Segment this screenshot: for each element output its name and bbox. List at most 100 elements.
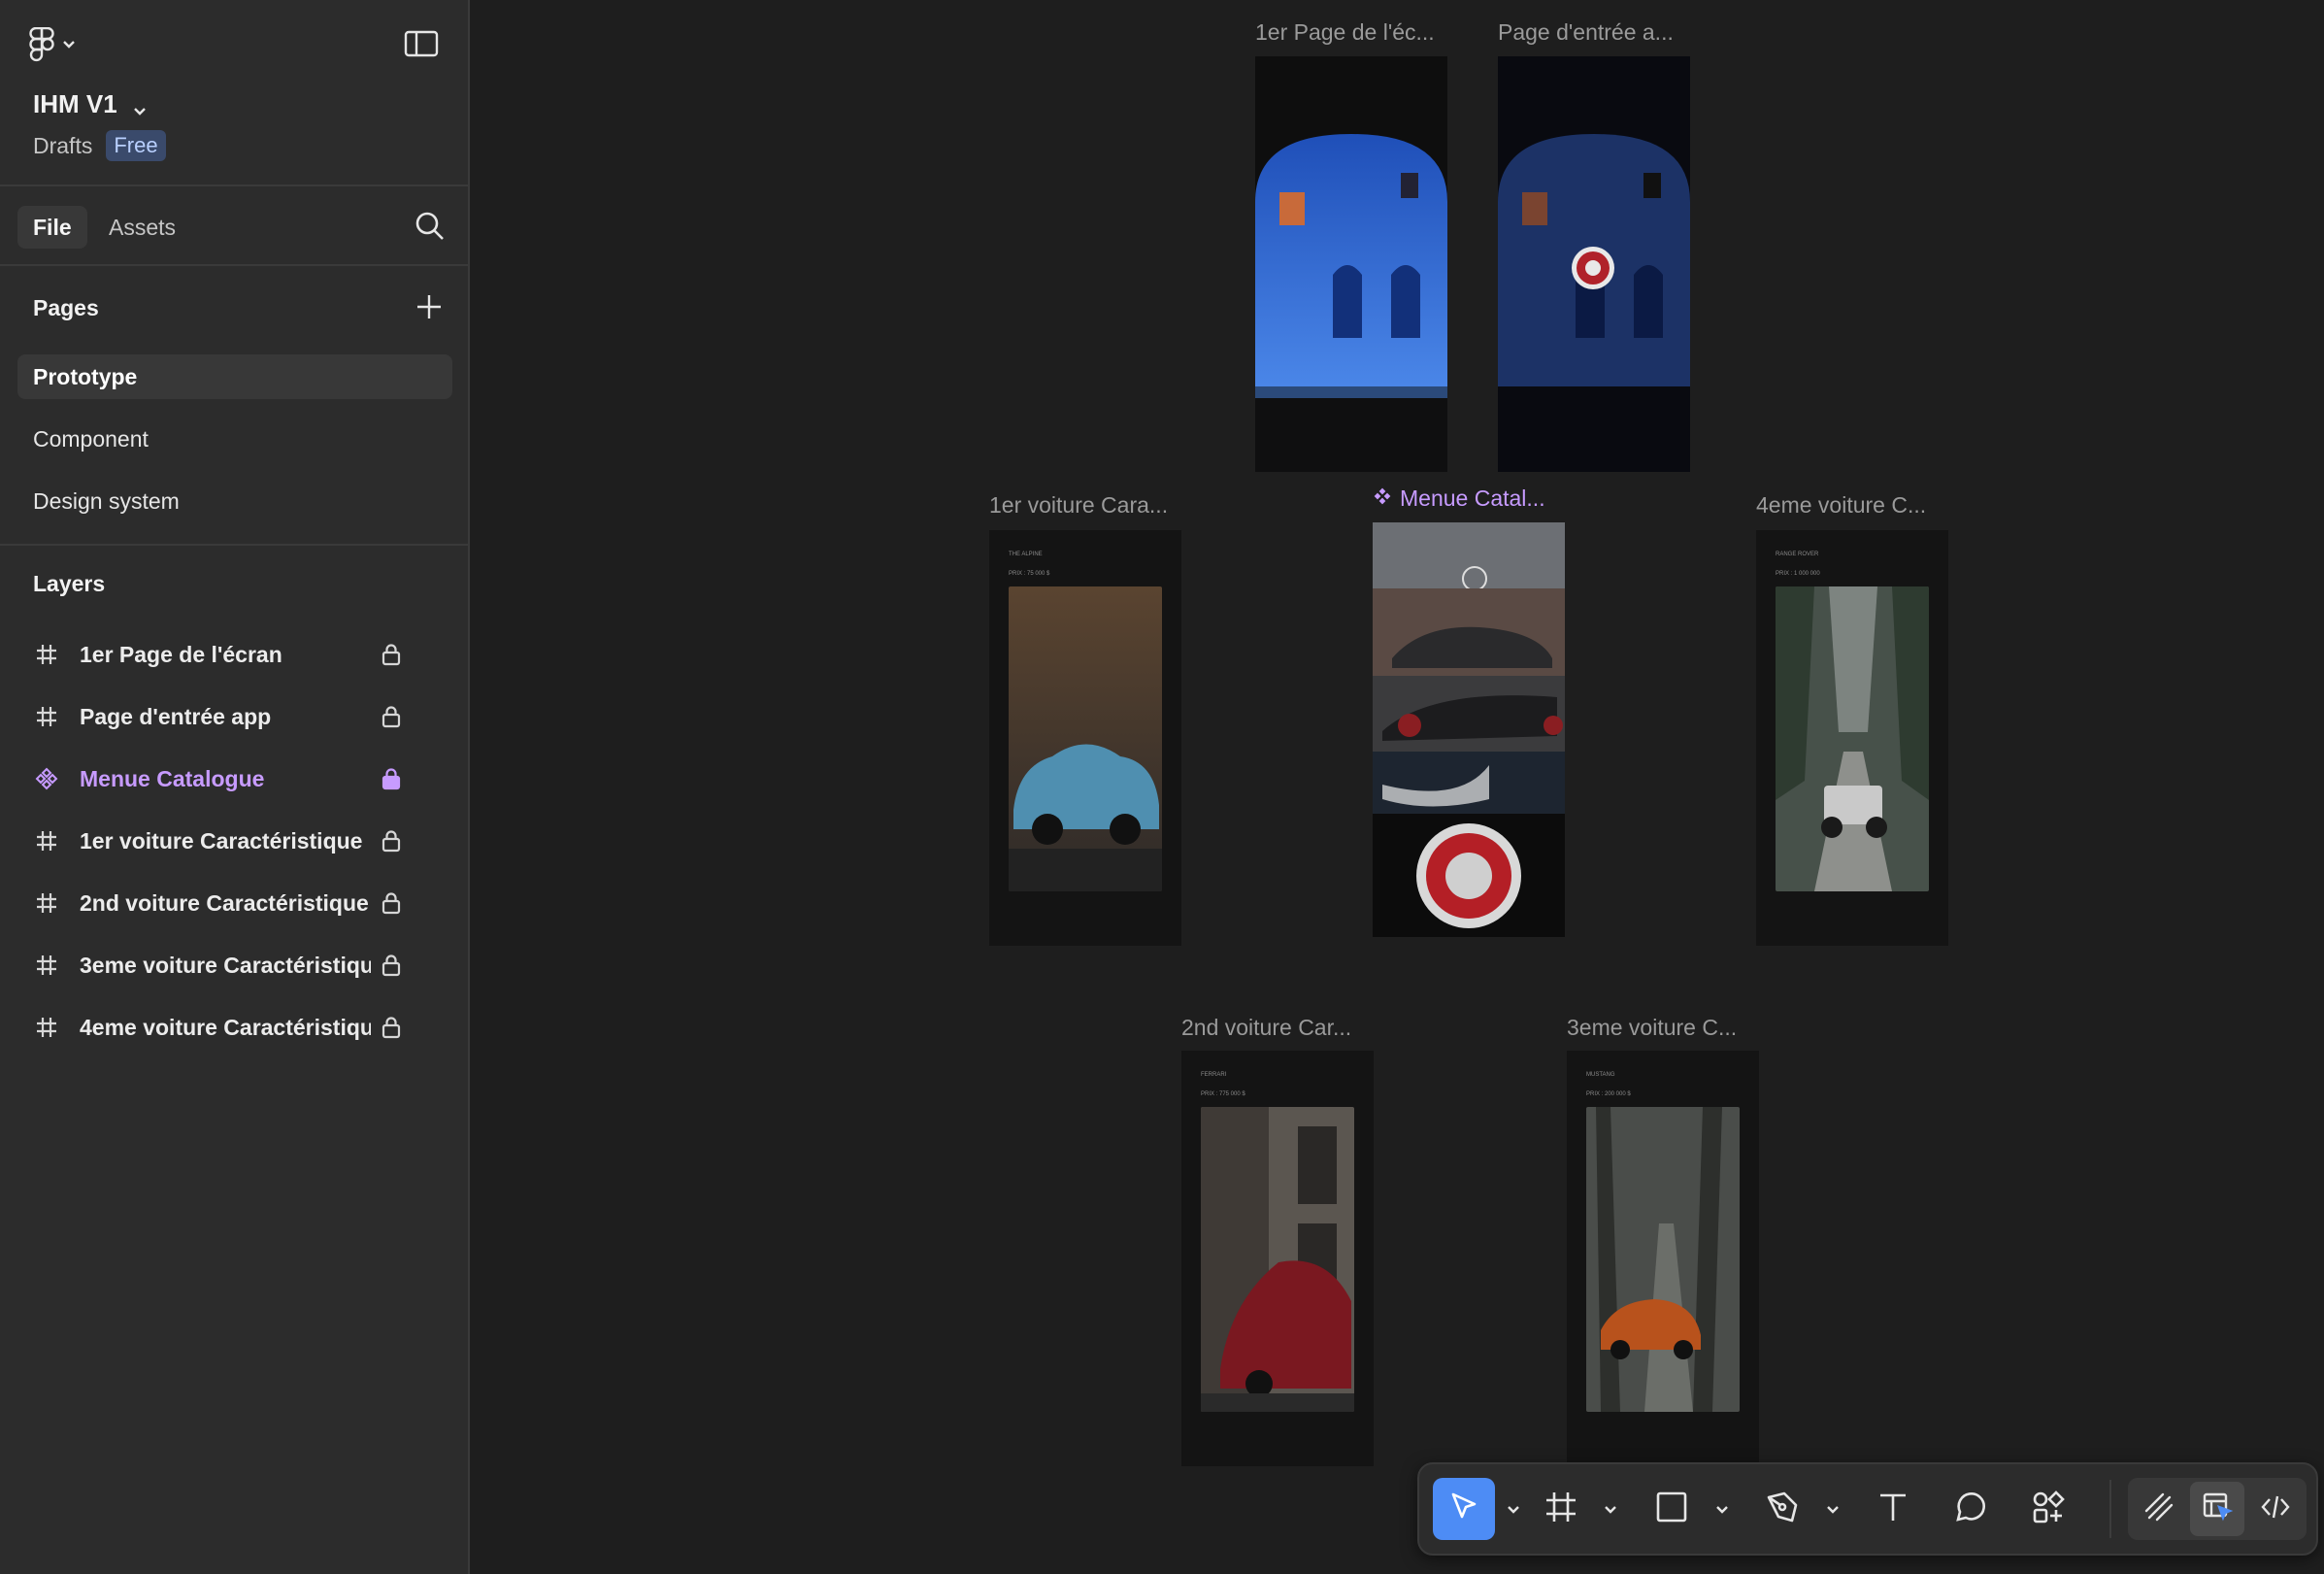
cursor-arrow-icon <box>1447 1490 1480 1528</box>
frame-label-voiture2[interactable]: 2nd voiture Car... <box>1181 1015 1351 1041</box>
page-item-design-system[interactable]: Design system <box>17 479 452 523</box>
layer-label: 3eme voiture Caractéristique <box>80 952 371 978</box>
chevron-down-icon <box>131 96 149 116</box>
comment-bubble-icon <box>1954 1490 1987 1528</box>
plan-badge: Free <box>106 130 166 161</box>
pen-icon <box>1765 1490 1800 1529</box>
rectangle-tool-button[interactable] <box>1641 1478 1703 1540</box>
chevron-down-icon[interactable] <box>1504 1499 1523 1519</box>
lock-icon[interactable] <box>381 643 402 666</box>
frame-voiture4[interactable]: RANGE ROVER PRIX : 1 000 000 <box>1756 530 1948 946</box>
lock-icon[interactable] <box>381 1016 402 1039</box>
page-item-prototype[interactable]: Prototype <box>17 354 452 399</box>
alpine-car-photo-image <box>1009 586 1162 891</box>
comment-tool-button[interactable] <box>1940 1478 2002 1540</box>
text-t-icon <box>1876 1490 1909 1528</box>
sidebar-toggle-icon[interactable] <box>404 29 439 58</box>
frame-label-voiture4[interactable]: 4eme voiture C... <box>1756 492 1926 519</box>
rectangle-icon <box>1655 1490 1688 1528</box>
menu-catalogue-label: Menue Catal... <box>1400 486 1545 511</box>
move-tool-button[interactable] <box>1433 1478 1495 1540</box>
left-sidebar: IHM V1 Drafts Free File Assets Pages Pro… <box>0 0 470 1574</box>
tab-file[interactable]: File <box>17 206 87 249</box>
frame-hash-icon <box>33 641 60 668</box>
arch-photo-dark-image <box>1498 134 1690 472</box>
draw-scribble-icon <box>2143 1491 2175 1527</box>
dev-mode-button[interactable] <box>2248 1482 2303 1536</box>
lock-icon[interactable] <box>381 829 402 853</box>
jeep-photo-image <box>1776 586 1929 891</box>
frame-label-voiture3[interactable]: 3eme voiture C... <box>1567 1015 1737 1041</box>
search-icon[interactable] <box>414 210 447 243</box>
layer-label: 2nd voiture Caractéristique <box>80 889 369 916</box>
frame-label-page-ecran[interactable]: 1er Page de l'éc... <box>1255 19 1435 46</box>
chevron-down-icon[interactable] <box>1712 1499 1732 1519</box>
pen-tool-button[interactable] <box>1751 1478 1813 1540</box>
file-name-button[interactable]: IHM V1 <box>33 89 149 119</box>
frame-page-ecran[interactable] <box>1255 56 1447 472</box>
ferrari-photo-image <box>1201 1107 1354 1412</box>
frame-hash-icon <box>33 889 60 917</box>
frame-hash-icon <box>33 952 60 979</box>
frame-label-voiture1[interactable]: 1er voiture Cara... <box>989 492 1168 519</box>
layer-item[interactable]: 3eme voiture Caractéristique <box>33 946 421 985</box>
layer-label: Menue Catalogue <box>80 765 265 791</box>
frame-label-menu-catalogue[interactable]: Menue Catal... <box>1373 486 1545 512</box>
toolbar-divider <box>2109 1480 2111 1538</box>
frame-hash-icon <box>33 827 60 854</box>
component-diamond-icon <box>1373 486 1392 512</box>
tab-assets[interactable]: Assets <box>93 206 191 249</box>
frame-page-entree[interactable] <box>1498 56 1690 472</box>
design-layout-icon <box>2202 1491 2234 1527</box>
frame-hash-icon <box>33 1014 60 1041</box>
car-title-text: FERRARI <box>1201 1072 1227 1078</box>
layer-item[interactable]: 4eme voiture Caractéristique <box>33 1008 421 1047</box>
car-price-text: PRIX : 75 000 $ <box>1009 571 1050 577</box>
chevron-down-icon[interactable] <box>1601 1499 1620 1519</box>
add-page-plus-icon[interactable] <box>412 289 447 324</box>
car-price-text: PRIX : 200 000 $ <box>1586 1091 1631 1097</box>
text-tool-button[interactable] <box>1862 1478 1924 1540</box>
frame-tool-button[interactable] <box>1530 1478 1592 1540</box>
pages-title: Pages <box>33 295 99 320</box>
arch-photo-image <box>1255 134 1447 472</box>
frame-label-page-entree[interactable]: Page d'entrée a... <box>1498 19 1674 46</box>
car-title-text: RANGE ROVER <box>1776 552 1819 557</box>
layer-item[interactable]: 2nd voiture Caractéristique <box>33 884 421 922</box>
car-title-text: MUSTANG <box>1586 1072 1615 1078</box>
layer-label: 1er voiture Caractéristique <box>80 827 363 854</box>
layer-item[interactable]: 1er Page de l'écran <box>33 635 421 674</box>
draw-mode-button[interactable] <box>2132 1482 2186 1536</box>
layer-label: 1er Page de l'écran <box>80 641 282 667</box>
frame-voiture3[interactable]: MUSTANG PRIX : 200 000 $ <box>1567 1051 1759 1466</box>
frame-voiture1[interactable]: THE ALPINE PRIX : 75 000 $ <box>989 530 1181 946</box>
page-item-component[interactable]: Component <box>17 417 452 461</box>
chevron-down-icon[interactable] <box>1823 1499 1843 1519</box>
sidebar-tabs: File Assets <box>0 188 468 266</box>
frame-menu-catalogue[interactable] <box>1373 522 1565 937</box>
drafts-link[interactable]: Drafts <box>33 133 92 159</box>
design-mode-button[interactable] <box>2190 1482 2244 1536</box>
frame-hash-icon <box>1544 1490 1577 1528</box>
layer-label: 4eme voiture Caractéristique <box>80 1014 371 1040</box>
pages-section: Pages Prototype Component Design system <box>0 268 468 546</box>
layers-title: Layers <box>33 571 106 596</box>
mustang-photo-image <box>1586 1107 1740 1412</box>
file-location: Drafts Free <box>33 130 166 161</box>
code-brackets-icon <box>2260 1491 2291 1527</box>
main-menu-button[interactable] <box>29 27 97 62</box>
layer-item-component[interactable]: Menue Catalogue <box>33 759 421 798</box>
lock-icon[interactable] <box>381 891 402 915</box>
layer-item[interactable]: 1er voiture Caractéristique <box>33 821 421 860</box>
layer-item[interactable]: Page d'entrée app <box>33 697 421 736</box>
frame-voiture2[interactable]: FERRARI PRIX : 775 000 $ <box>1181 1051 1374 1466</box>
lock-icon[interactable] <box>381 767 402 790</box>
shapes-plus-icon <box>2031 1490 2066 1529</box>
design-canvas[interactable]: 1er Page de l'éc... Page d'entrée a... 1… <box>470 0 2324 1574</box>
lock-icon[interactable] <box>381 705 402 728</box>
car-catalogue-collage-image <box>1373 522 1565 937</box>
car-price-text: PRIX : 1 000 000 <box>1776 571 1820 577</box>
chevron-down-icon <box>62 40 76 50</box>
lock-icon[interactable] <box>381 954 402 977</box>
actions-tool-button[interactable] <box>2017 1478 2079 1540</box>
